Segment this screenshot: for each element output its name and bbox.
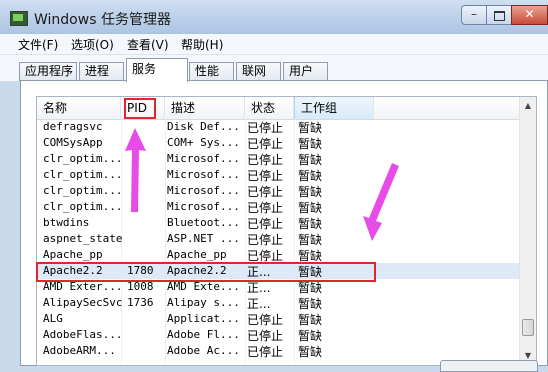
task-manager-icon <box>10 11 28 26</box>
cell-status: 已停止 <box>247 169 284 183</box>
cell-name: clr_optim... <box>43 152 123 165</box>
cell-workgroup: 暂缺 <box>298 297 323 311</box>
cell-status: 已停止 <box>247 233 284 247</box>
menu-help[interactable]: 帮助(H) <box>181 36 223 53</box>
cell-workgroup: 暂缺 <box>298 201 323 215</box>
cell-description: Disk Def... <box>167 120 240 133</box>
cell-status: 已停止 <box>247 153 284 167</box>
tab-performance[interactable]: 性能 <box>189 62 234 81</box>
minimize-button[interactable]: – <box>461 5 487 25</box>
cell-status: 已停止 <box>247 137 284 151</box>
column-header-name[interactable]: 名称 <box>37 97 121 119</box>
cell-name: btwdins <box>43 216 90 229</box>
cell-description: COM+ Sys... <box>167 136 240 149</box>
vertical-scrollbar[interactable]: ▲ ▼ <box>519 97 536 365</box>
cell-workgroup: 暂缺 <box>298 313 323 327</box>
title-bar: Windows 任务管理器 – ✕ <box>0 0 548 34</box>
menu-bar: 文件(F) 选项(O) 查看(V) 帮助(H) <box>0 34 548 55</box>
tab-processes[interactable]: 进程 <box>79 62 124 81</box>
table-row[interactable]: COMSysApp COM+ Sys... 已停止 暂缺 <box>37 135 520 151</box>
table-row[interactable]: AlipaySecSvc 1736 Alipay s... 正... 暂缺 <box>37 295 520 311</box>
cell-name: COMSysApp <box>43 136 103 149</box>
cell-status: 已停止 <box>247 185 284 199</box>
cell-workgroup: 暂缺 <box>298 169 323 183</box>
table-row[interactable]: aspnet_state ASP.NET ... 已停止 暂缺 <box>37 231 520 247</box>
cell-status: 已停止 <box>247 313 284 327</box>
table-row[interactable]: defragsvc Disk Def... 已停止 暂缺 <box>37 119 520 135</box>
cell-workgroup: 暂缺 <box>298 137 323 151</box>
services-list[interactable]: 名称 PID 描述 状态 工作组 defragsvc Disk Def... 已停止… <box>36 96 537 366</box>
cell-description: Microsof... <box>167 168 240 181</box>
column-header-workgroup[interactable]: 工作组 <box>294 97 374 119</box>
table-row[interactable]: clr_optim... Microsof... 已停止 暂缺 <box>37 199 520 215</box>
maximize-button[interactable] <box>486 5 512 25</box>
table-row[interactable]: clr_optim... Microsof... 已停止 暂缺 <box>37 183 520 199</box>
column-header-status[interactable]: 状态 <box>245 97 294 119</box>
cell-name: aspnet_state <box>43 232 123 245</box>
tab-strip: 应用程序 进程 服务 性能 联网 用户 <box>0 55 548 82</box>
pid-highlight-box <box>124 98 156 119</box>
table-row[interactable]: ALG Applicat... 已停止 暂缺 <box>37 311 520 327</box>
column-header-description[interactable]: 描述 <box>165 97 245 119</box>
tab-services[interactable]: 服务 <box>126 58 188 82</box>
table-row[interactable]: AdobeARM... Adobe Ac... 已停止 暂缺 <box>37 343 520 359</box>
cell-name: clr_optim... <box>43 168 123 181</box>
tab-users[interactable]: 用户 <box>283 62 328 81</box>
apache-row-highlight-box <box>36 262 376 282</box>
cell-status: 已停止 <box>247 121 284 135</box>
menu-view[interactable]: 查看(V) <box>127 36 169 53</box>
cell-description: ASP.NET ... <box>167 232 240 245</box>
cell-description: Adobe Ac... <box>167 344 240 357</box>
menu-file[interactable]: 文件(F) <box>18 36 58 53</box>
cell-name: ALG <box>43 312 63 325</box>
cell-name: AlipaySecSvc <box>43 296 123 309</box>
cell-name: clr_optim... <box>43 200 123 213</box>
tab-applications[interactable]: 应用程序 <box>19 62 77 81</box>
cell-name: AdobeFlas... <box>43 328 123 341</box>
table-row[interactable]: Apache_pp Apache_pp 已停止 暂缺 <box>37 247 520 263</box>
close-button[interactable]: ✕ <box>511 5 548 25</box>
cell-status: 已停止 <box>247 217 284 231</box>
cell-name: defragsvc <box>43 120 103 133</box>
cell-workgroup: 暂缺 <box>298 121 323 135</box>
cell-description: Applicat... <box>167 312 240 325</box>
scroll-up-arrow-icon[interactable]: ▲ <box>520 97 536 114</box>
cell-status: 已停止 <box>247 345 284 359</box>
cell-description: Microsof... <box>167 152 240 165</box>
cell-name: Apache_pp <box>43 248 103 261</box>
cell-workgroup: 暂缺 <box>298 233 323 247</box>
table-row[interactable]: btwdins Bluetoot... 已停止 暂缺 <box>37 215 520 231</box>
stop-service-button[interactable] <box>440 360 538 372</box>
cell-pid: 1736 <box>127 296 154 309</box>
cell-description: Microsof... <box>167 184 240 197</box>
tab-networking[interactable]: 联网 <box>236 62 281 81</box>
cell-status: 正... <box>247 297 271 311</box>
cell-description: Microsof... <box>167 200 240 213</box>
list-header: 名称 PID 描述 状态 工作组 <box>37 97 520 120</box>
cell-description: Alipay s... <box>167 296 240 309</box>
table-row[interactable]: AdobeFlas... Adobe Fl... 已停止 暂缺 <box>37 327 520 343</box>
cell-description: Apache_pp <box>167 248 227 261</box>
cell-name: clr_optim... <box>43 184 123 197</box>
cell-workgroup: 暂缺 <box>298 185 323 199</box>
maximize-icon <box>493 11 505 21</box>
cell-workgroup: 暂缺 <box>298 217 323 231</box>
cell-status: 已停止 <box>247 329 284 343</box>
cell-name: AdobeARM... <box>43 344 116 357</box>
table-row[interactable]: clr_optim... Microsof... 已停止 暂缺 <box>37 151 520 167</box>
cell-description: Bluetoot... <box>167 216 240 229</box>
cell-workgroup: 暂缺 <box>298 329 323 343</box>
cell-description: Adobe Fl... <box>167 328 240 341</box>
window-title: Windows 任务管理器 <box>34 12 171 28</box>
scroll-thumb[interactable] <box>522 319 534 336</box>
cell-workgroup: 暂缺 <box>298 345 323 359</box>
cell-status: 已停止 <box>247 201 284 215</box>
menu-options[interactable]: 选项(O) <box>71 36 114 53</box>
table-row[interactable]: clr_optim... Microsof... 已停止 暂缺 <box>37 167 520 183</box>
cell-workgroup: 暂缺 <box>298 153 323 167</box>
